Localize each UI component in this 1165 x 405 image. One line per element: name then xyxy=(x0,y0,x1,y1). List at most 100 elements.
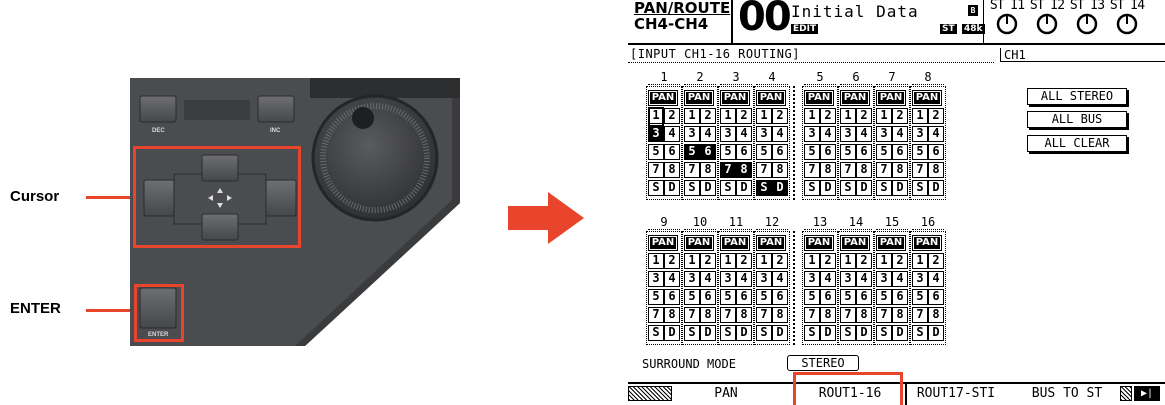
bus-button[interactable]: 8 xyxy=(664,307,680,323)
bus-button[interactable]: 7 xyxy=(648,162,664,178)
bus-button[interactable]: 6 xyxy=(664,289,680,305)
bus-button[interactable]: 6 xyxy=(772,144,788,160)
bus-button[interactable]: 1 xyxy=(876,253,892,269)
bus-button[interactable]: 8 xyxy=(820,307,836,323)
bus-button[interactable]: 1 xyxy=(876,108,892,124)
bus-button[interactable]: 8 xyxy=(820,162,836,178)
bus-button[interactable]: 6 xyxy=(772,289,788,305)
direct-out-button[interactable]: D xyxy=(892,180,908,196)
stereo-button[interactable]: S xyxy=(756,325,772,341)
bus-button[interactable]: 7 xyxy=(756,307,772,323)
stereo-button[interactable]: S xyxy=(912,325,928,341)
pan-link-button[interactable]: PAN xyxy=(720,235,750,251)
stereo-button[interactable]: S xyxy=(804,180,820,196)
bus-button[interactable]: 1 xyxy=(756,108,772,124)
pan-link-button[interactable]: PAN xyxy=(684,90,714,106)
bus-button[interactable]: 3 xyxy=(720,126,736,142)
bus-button[interactable]: 6 xyxy=(892,144,908,160)
direct-out-button[interactable]: D xyxy=(772,325,788,341)
pan-link-button[interactable]: PAN xyxy=(648,235,678,251)
bus-button[interactable]: 5 xyxy=(876,144,892,160)
stereo-button[interactable]: S xyxy=(876,180,892,196)
bus-button[interactable]: 2 xyxy=(820,108,836,124)
bus-button[interactable]: 7 xyxy=(720,307,736,323)
bus-button[interactable]: 5 xyxy=(648,144,664,160)
bus-button[interactable]: 1 xyxy=(912,108,928,124)
bus-button[interactable]: 3 xyxy=(648,271,664,287)
bus-button[interactable]: 7 xyxy=(684,162,700,178)
bus-button[interactable]: 6 xyxy=(664,144,680,160)
bus-button[interactable]: 6 xyxy=(856,289,872,305)
stereo-button[interactable]: S xyxy=(840,325,856,341)
bus-button[interactable]: 8 xyxy=(736,162,752,178)
bus-button[interactable]: 2 xyxy=(700,253,716,269)
bus-button[interactable]: 4 xyxy=(700,126,716,142)
direct-out-button[interactable]: D xyxy=(736,325,752,341)
bus-button[interactable]: 2 xyxy=(772,108,788,124)
bus-button[interactable]: 4 xyxy=(664,271,680,287)
bus-button[interactable]: 7 xyxy=(840,162,856,178)
bus-button[interactable]: 2 xyxy=(928,108,944,124)
direct-out-button[interactable]: D xyxy=(856,325,872,341)
bus-button[interactable]: 4 xyxy=(664,126,680,142)
bus-button[interactable]: 6 xyxy=(928,144,944,160)
bus-button[interactable]: 6 xyxy=(892,289,908,305)
bus-button[interactable]: 7 xyxy=(720,162,736,178)
stereo-button[interactable]: S xyxy=(648,325,664,341)
bus-button[interactable]: 4 xyxy=(772,126,788,142)
bus-button[interactable]: 1 xyxy=(912,253,928,269)
bus-button[interactable]: 8 xyxy=(772,307,788,323)
bus-button[interactable]: 7 xyxy=(840,307,856,323)
direct-out-button[interactable]: D xyxy=(664,325,680,341)
pan-link-button[interactable]: PAN xyxy=(684,235,714,251)
stereo-button[interactable]: S xyxy=(684,325,700,341)
bus-button[interactable]: 2 xyxy=(736,253,752,269)
bus-button[interactable]: 4 xyxy=(736,271,752,287)
bus-button[interactable]: 1 xyxy=(804,108,820,124)
stereo-button[interactable]: S xyxy=(720,325,736,341)
bus-button[interactable]: 8 xyxy=(700,162,716,178)
bus-button[interactable]: 4 xyxy=(820,126,836,142)
bus-button[interactable]: 4 xyxy=(736,126,752,142)
bus-button[interactable]: 3 xyxy=(840,126,856,142)
bus-button[interactable]: 3 xyxy=(876,126,892,142)
bus-button[interactable]: 3 xyxy=(912,126,928,142)
bus-button[interactable]: 7 xyxy=(804,162,820,178)
bus-button[interactable]: 2 xyxy=(664,108,680,124)
bus-button[interactable]: 5 xyxy=(840,289,856,305)
bus-button[interactable]: 1 xyxy=(684,253,700,269)
bus-button[interactable]: 1 xyxy=(840,253,856,269)
bus-button[interactable]: 2 xyxy=(892,253,908,269)
direct-out-button[interactable]: D xyxy=(928,325,944,341)
direct-out-button[interactable]: D xyxy=(664,180,680,196)
bus-button[interactable]: 2 xyxy=(820,253,836,269)
pan-link-button[interactable]: PAN xyxy=(840,235,870,251)
bus-button[interactable]: 8 xyxy=(700,307,716,323)
bus-button[interactable]: 5 xyxy=(720,144,736,160)
pan-link-button[interactable]: PAN xyxy=(876,90,906,106)
bus-button[interactable]: 4 xyxy=(928,271,944,287)
dec-button[interactable] xyxy=(140,96,176,122)
stereo-button[interactable]: S xyxy=(912,180,928,196)
bus-button[interactable]: 5 xyxy=(840,144,856,160)
bus-button[interactable]: 7 xyxy=(912,307,928,323)
direct-out-button[interactable]: D xyxy=(820,180,836,196)
pan-link-button[interactable]: PAN xyxy=(804,90,834,106)
pan-link-button[interactable]: PAN xyxy=(720,90,750,106)
direct-out-button[interactable]: D xyxy=(820,325,836,341)
bus-button[interactable]: 5 xyxy=(720,289,736,305)
bus-button[interactable]: 3 xyxy=(648,126,664,142)
tab-rout17-sti[interactable]: ROUT17-STI xyxy=(907,384,1005,405)
bus-button[interactable]: 8 xyxy=(856,162,872,178)
bus-button[interactable]: 4 xyxy=(856,271,872,287)
bus-button[interactable]: 2 xyxy=(700,108,716,124)
tab-pan[interactable]: PAN xyxy=(676,384,776,405)
direct-out-button[interactable]: D xyxy=(928,180,944,196)
bus-button[interactable]: 5 xyxy=(684,289,700,305)
bus-button[interactable]: 1 xyxy=(720,108,736,124)
pan-link-button[interactable]: PAN xyxy=(876,235,906,251)
bus-button[interactable]: 8 xyxy=(928,307,944,323)
bus-button[interactable]: 7 xyxy=(684,307,700,323)
bus-button[interactable]: 6 xyxy=(820,289,836,305)
bus-button[interactable]: 8 xyxy=(772,162,788,178)
